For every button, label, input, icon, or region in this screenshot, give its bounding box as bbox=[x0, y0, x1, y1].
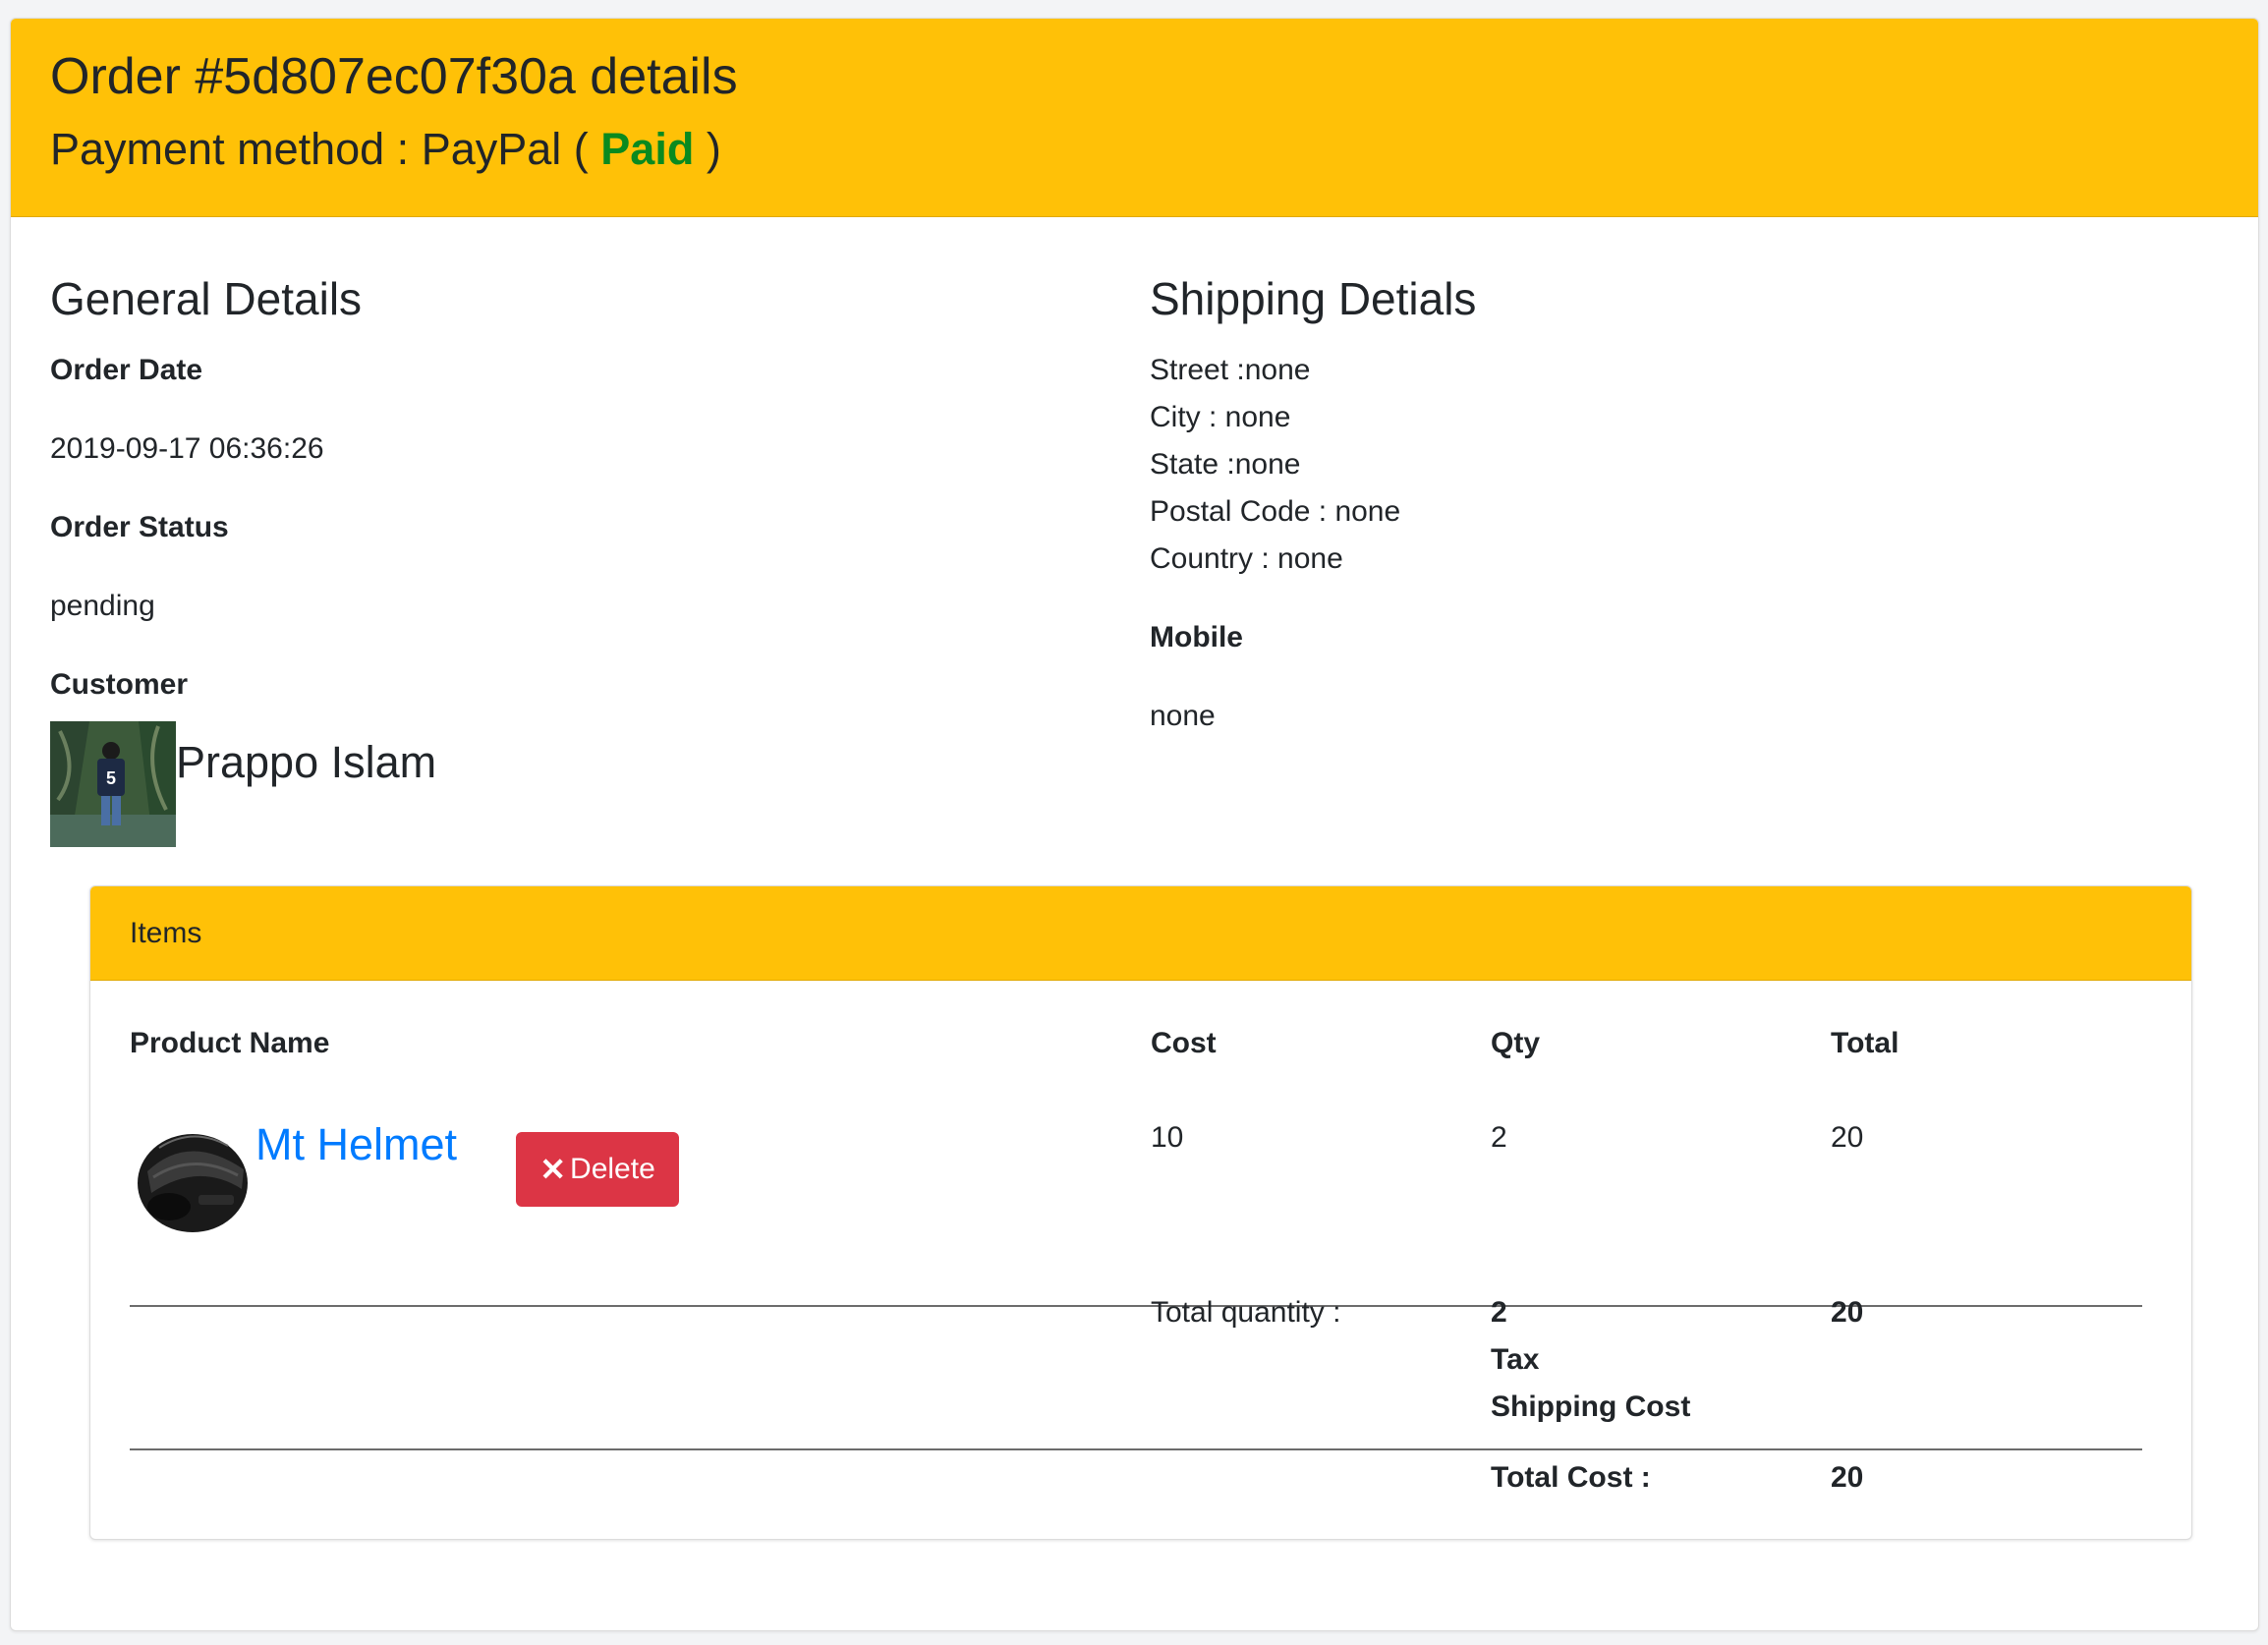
svg-text:5: 5 bbox=[106, 768, 116, 788]
tax-label: Tax bbox=[1491, 1343, 1540, 1376]
general-details-heading: General Details bbox=[50, 273, 363, 324]
customer-name: Prappo Islam bbox=[176, 737, 437, 787]
total-quantity-total: 20 bbox=[1831, 1296, 1864, 1329]
row-qty: 2 bbox=[1491, 1121, 1507, 1154]
product-link[interactable]: Mt Helmet bbox=[255, 1118, 457, 1171]
order-status-label: Order Status bbox=[50, 511, 229, 543]
shipping-cost-label: Shipping Cost bbox=[1491, 1390, 1691, 1423]
total-cost-label: Total Cost : bbox=[1491, 1461, 1651, 1494]
order-date-value: 2019-09-17 06:36:26 bbox=[50, 432, 324, 465]
shipping-city: City : none bbox=[1150, 401, 1291, 433]
delete-button-label: Delete bbox=[570, 1153, 655, 1185]
shipping-postal-code: Postal Code : none bbox=[1150, 495, 1401, 528]
payment-status: Paid bbox=[600, 124, 695, 174]
order-details-card: Order #5d807ec07f30a details Payment met… bbox=[10, 18, 2259, 1631]
payment-method: Payment method : PayPal ( Paid ) bbox=[50, 123, 721, 176]
row-total: 20 bbox=[1831, 1121, 1864, 1154]
shipping-street: Street :none bbox=[1150, 354, 1311, 386]
product-image bbox=[130, 1112, 255, 1238]
customer-avatar: 5 bbox=[50, 721, 176, 847]
delete-button[interactable]: ✕ Delete bbox=[516, 1132, 679, 1207]
mobile-label: Mobile bbox=[1150, 621, 1243, 653]
payment-method-text: Payment method : PayPal ( bbox=[50, 124, 589, 174]
divider bbox=[130, 1448, 2142, 1450]
total-quantity-value: 2 bbox=[1491, 1296, 1507, 1329]
total-quantity-label: Total quantity : bbox=[1151, 1295, 1340, 1331]
close-icon: ✕ bbox=[539, 1152, 567, 1187]
items-header: Items bbox=[90, 886, 2191, 981]
total-cost-value: 20 bbox=[1831, 1461, 1864, 1494]
order-status-value: pending bbox=[50, 590, 155, 622]
row-cost: 10 bbox=[1151, 1121, 1184, 1154]
column-header-cost: Cost bbox=[1151, 1027, 1217, 1059]
order-header: Order #5d807ec07f30a details Payment met… bbox=[11, 19, 2258, 217]
total-quantity-label-text: Total quantity : bbox=[1151, 1296, 1341, 1329]
column-header-product-name: Product Name bbox=[130, 1027, 330, 1059]
order-date-label: Order Date bbox=[50, 354, 203, 386]
shipping-country: Country : none bbox=[1150, 542, 1343, 575]
payment-method-close: ) bbox=[706, 124, 721, 174]
mobile-value: none bbox=[1150, 700, 1216, 732]
column-header-total: Total bbox=[1831, 1027, 1899, 1059]
shipping-state: State :none bbox=[1150, 448, 1301, 481]
customer-label: Customer bbox=[50, 668, 189, 701]
items-heading: Items bbox=[130, 917, 202, 949]
shipping-details-heading: Shipping Detials bbox=[1150, 273, 1477, 324]
column-header-qty: Qty bbox=[1491, 1027, 1541, 1059]
items-card: Items Product Name Cost Qty Total Mt Hel… bbox=[89, 885, 2192, 1540]
order-title: Order #5d807ec07f30a details bbox=[50, 48, 738, 105]
